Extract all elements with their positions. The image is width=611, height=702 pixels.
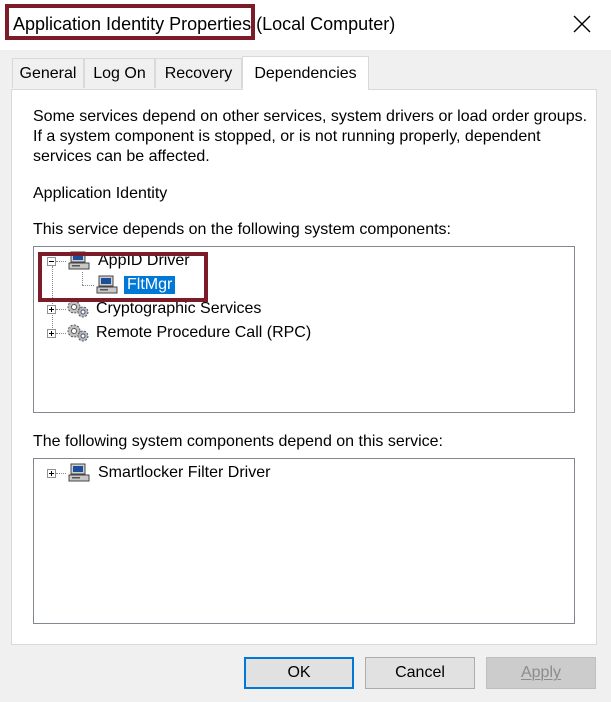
expand-icon[interactable]	[47, 328, 56, 338]
tab-log-on[interactable]: Log On	[84, 58, 155, 88]
tree-item-smartlocker[interactable]: Smartlocker Filter Driver	[47, 463, 270, 483]
depends-on-label: This service depends on the following sy…	[33, 221, 451, 238]
computer-icon	[68, 463, 90, 482]
tree-highlight-box	[38, 252, 208, 302]
intro-line-3: services can be affected.	[33, 148, 210, 165]
gears-icon	[67, 300, 89, 318]
service-name: Application Identity	[33, 185, 168, 202]
tab-general[interactable]: General	[12, 58, 84, 88]
apply-button[interactable]: Apply	[486, 657, 596, 689]
tab-dependencies-label: Dependencies	[254, 64, 357, 82]
ok-button[interactable]: OK	[244, 657, 354, 689]
intro-line-1: Some services depend on other services, …	[33, 108, 588, 125]
expand-icon[interactable]	[47, 304, 56, 314]
dependents-label: The following system components depend o…	[33, 433, 443, 450]
ok-button-label: OK	[287, 664, 311, 681]
tab-general-label: General	[19, 64, 77, 82]
title-highlight-box	[5, 4, 255, 40]
cancel-button[interactable]: Cancel	[365, 657, 475, 689]
intro-line-2: If a system component is stopped, or is …	[33, 128, 541, 145]
close-button[interactable]	[560, 4, 604, 44]
gears-icon	[67, 324, 89, 342]
tab-recovery[interactable]: Recovery	[155, 58, 242, 88]
tab-dependencies[interactable]: Dependencies	[242, 56, 369, 90]
tab-recovery-label: Recovery	[164, 64, 233, 82]
expand-icon[interactable]	[47, 468, 56, 478]
tab-log-on-label: Log On	[93, 64, 146, 82]
cancel-button-label: Cancel	[395, 664, 445, 681]
apply-button-label: Apply	[520, 664, 562, 681]
tree-item-rpc[interactable]: Remote Procedure Call (RPC)	[47, 323, 311, 343]
tree-item-cryptographic-services[interactable]: Cryptographic Services	[47, 299, 261, 319]
tree-item-label: Smartlocker Filter Driver	[98, 464, 271, 481]
tree-item-label: Remote Procedure Call (RPC)	[96, 324, 312, 341]
close-icon	[573, 15, 591, 33]
tree-item-label: Cryptographic Services	[96, 300, 262, 317]
window-title-suffix: (Local Computer)	[251, 14, 396, 34]
